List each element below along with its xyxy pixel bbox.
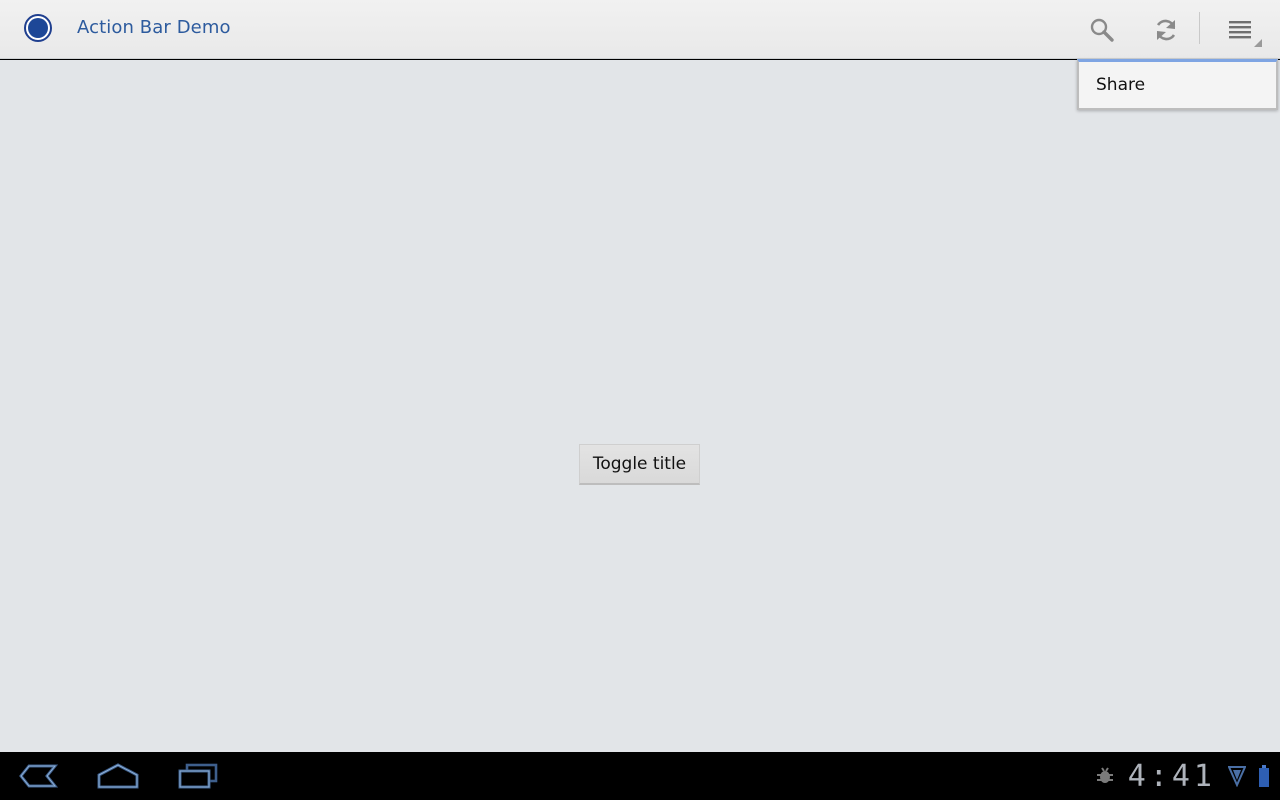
refresh-button[interactable] (1136, 0, 1196, 59)
search-button[interactable] (1072, 0, 1132, 59)
toggle-title-button[interactable]: Toggle title (579, 444, 700, 485)
app-circle-icon[interactable] (24, 14, 52, 42)
recent-apps-icon (178, 763, 218, 789)
system-bar: 4:41 (0, 752, 1280, 800)
refresh-icon (1156, 19, 1176, 40)
debug-bug-icon (1096, 767, 1113, 783)
screen: Action Bar Demo Toggle title Share 4:41 (0, 0, 1280, 800)
action-bar: Action Bar Demo (0, 0, 1280, 59)
search-icon (1090, 18, 1114, 42)
menu-item-share[interactable]: Share (1096, 75, 1145, 95)
recent-apps-button[interactable] (170, 758, 226, 794)
overflow-popup-menu: Share (1077, 59, 1278, 110)
back-icon (19, 764, 59, 788)
content-area: Toggle title (0, 60, 1280, 752)
overflow-menu-button[interactable] (1210, 0, 1270, 59)
overflow-menu-icon (1229, 20, 1251, 38)
action-bar-divider (1199, 12, 1200, 44)
app-icon-inner (28, 18, 48, 38)
status-area[interactable]: 4:41 (1094, 752, 1270, 800)
home-icon (97, 763, 139, 789)
app-title: Action Bar Demo (77, 17, 231, 38)
battery-icon (1259, 765, 1269, 787)
signal-icon (1228, 766, 1246, 787)
back-button[interactable] (10, 758, 66, 794)
overflow-corner-indicator (1254, 39, 1262, 47)
clock: 4:41 (1127, 758, 1216, 794)
home-button[interactable] (90, 758, 146, 794)
